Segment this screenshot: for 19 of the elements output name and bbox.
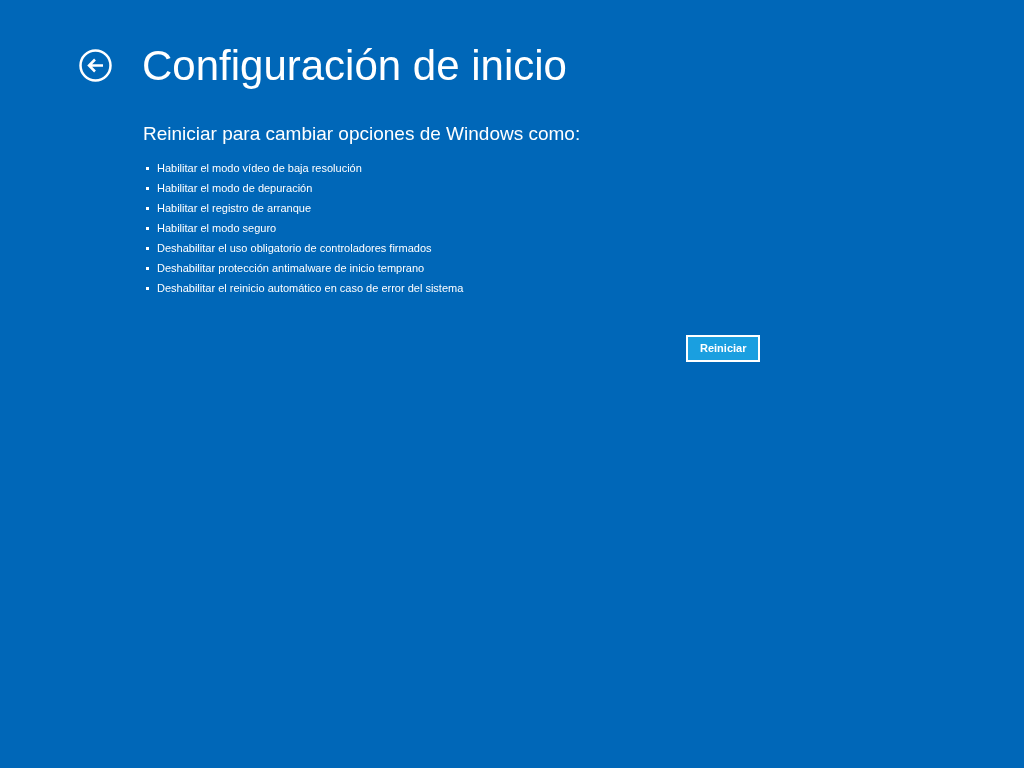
option-text: Deshabilitar protección antimalware de inicio temprano <box>157 260 425 276</box>
subtitle: Reiniciar para cambiar opciones de Windows como: <box>143 122 582 146</box>
bullet-icon <box>146 246 149 250</box>
option-text: Habilitar el registro de arranque <box>157 200 312 216</box>
option-text: Habilitar el modo seguro <box>157 220 277 236</box>
option-text: Deshabilitar el reinicio automático en caso de error del sistema <box>157 280 464 296</box>
back-icon <box>79 49 112 82</box>
bullet-icon <box>146 166 149 170</box>
option-text: Habilitar el modo vídeo de baja resolución <box>157 160 362 176</box>
page-title: Configuración de inicio <box>142 41 567 91</box>
bullet-icon <box>146 286 149 290</box>
option-text: Habilitar el modo de depuración <box>157 180 313 196</box>
restart-button[interactable]: Reiniciar <box>686 335 760 362</box>
bullet-icon <box>146 266 149 270</box>
option-text: Deshabilitar el uso obligatorio de controladores firmados <box>157 240 432 256</box>
bullet-icon <box>146 206 149 210</box>
back-button[interactable] <box>79 49 112 82</box>
bullet-icon <box>146 186 149 190</box>
bullet-icon <box>146 226 149 230</box>
